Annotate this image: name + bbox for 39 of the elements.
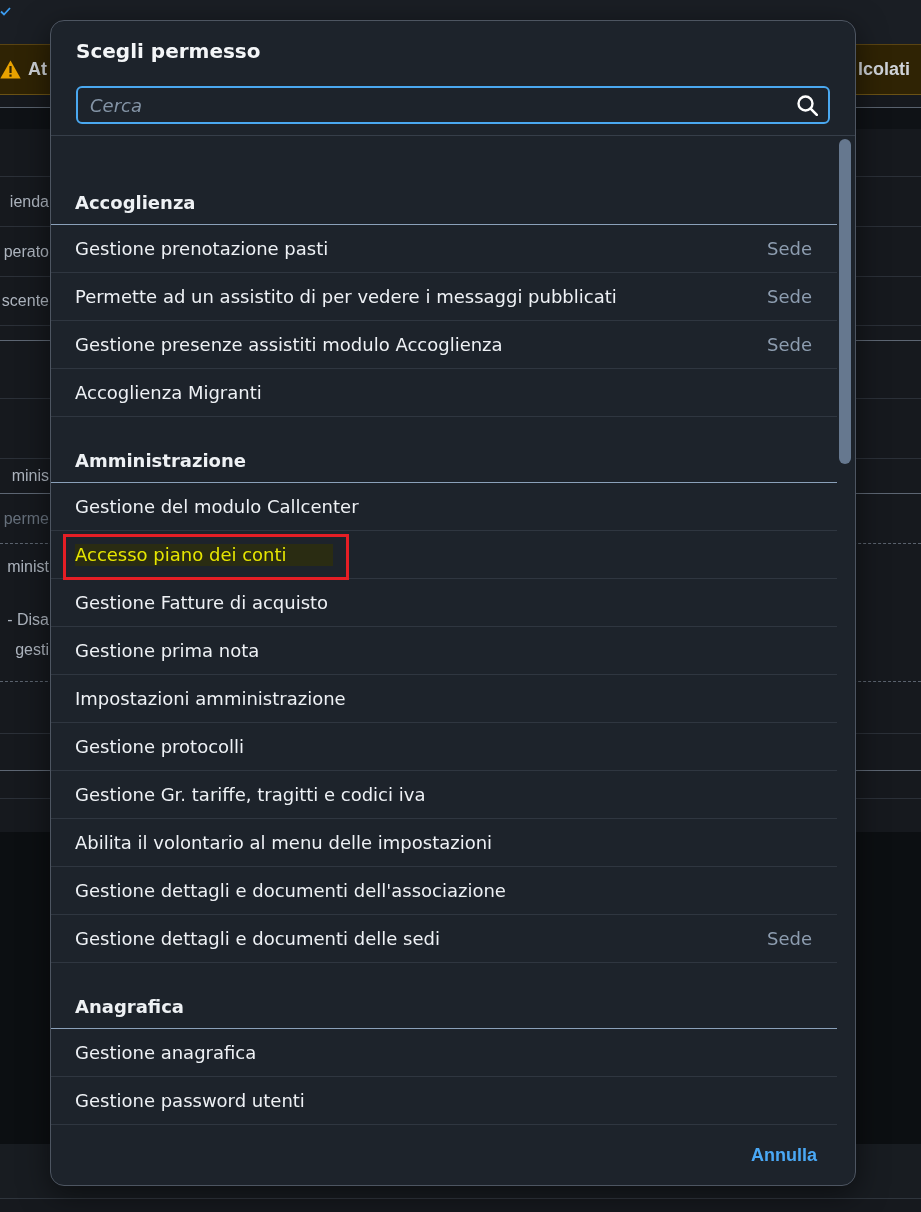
group-heading: Accoglienza — [51, 159, 837, 225]
check-icon — [0, 7, 11, 16]
table-cell: gesti — [15, 640, 49, 660]
table-cell: minis — [11, 466, 49, 486]
scrollbar-thumb[interactable] — [839, 139, 851, 464]
banner-text: At — [28, 59, 47, 80]
list-item[interactable]: Gestione dettagli e documenti delle sedi Sede — [51, 915, 837, 963]
banner-text: lcolati — [858, 59, 911, 80]
search-icon[interactable] — [797, 95, 818, 116]
list-item[interactable]: Abilita il volontario al menu delle impostazioni — [51, 819, 837, 867]
cancel-button[interactable]: Annulla — [751, 1145, 817, 1166]
scope-label: Sede — [767, 285, 812, 308]
scope-label: Sede — [767, 927, 812, 950]
scope-label: Sede — [767, 333, 812, 356]
list-item[interactable]: Gestione del modulo Callcenter — [51, 483, 837, 531]
group-heading: Amministrazione — [51, 417, 837, 483]
group-heading: Anagrafica — [51, 963, 837, 1029]
table-cell: perato — [3, 241, 49, 262]
scope-label: Sede — [767, 237, 812, 260]
list-item[interactable]: Gestione Gr. tariffe, tragitti e codici iva — [51, 771, 837, 819]
dialog-title: Scegli permesso — [76, 38, 262, 65]
list-item[interactable]: Gestione protocolli — [51, 723, 837, 771]
list-item[interactable]: Permette ad un assistito di per vedere i messaggi pubblicati Sede — [51, 273, 837, 321]
list-item[interactable]: Gestione dettagli e documenti dell'associazione — [51, 867, 837, 915]
list-item[interactable]: Accesso piano dei conti — [51, 531, 837, 579]
list-item[interactable]: Gestione presenze assistiti modulo Accoglienza Sede — [51, 321, 837, 369]
table-cell: ienda — [9, 191, 49, 212]
search-field[interactable]: Cerca — [76, 86, 830, 124]
list-item[interactable]: Gestione anagrafica — [51, 1029, 837, 1077]
table-cell: - Disa — [7, 610, 49, 630]
list-item[interactable]: Impostazioni amministrazione — [51, 675, 837, 723]
list-item[interactable]: Accoglienza Migranti — [51, 369, 837, 417]
list-item[interactable]: Gestione password utenti — [51, 1077, 837, 1125]
table-cell: perme — [3, 508, 49, 529]
list-item[interactable]: Gestione prima nota — [51, 627, 837, 675]
table-cell: scente — [1, 291, 49, 311]
list-item[interactable]: Gestione Fatture di acquisto — [51, 579, 837, 627]
list-item[interactable]: Gestione prenotazione pasti Sede — [51, 225, 837, 273]
table-cell: minist — [7, 556, 49, 577]
